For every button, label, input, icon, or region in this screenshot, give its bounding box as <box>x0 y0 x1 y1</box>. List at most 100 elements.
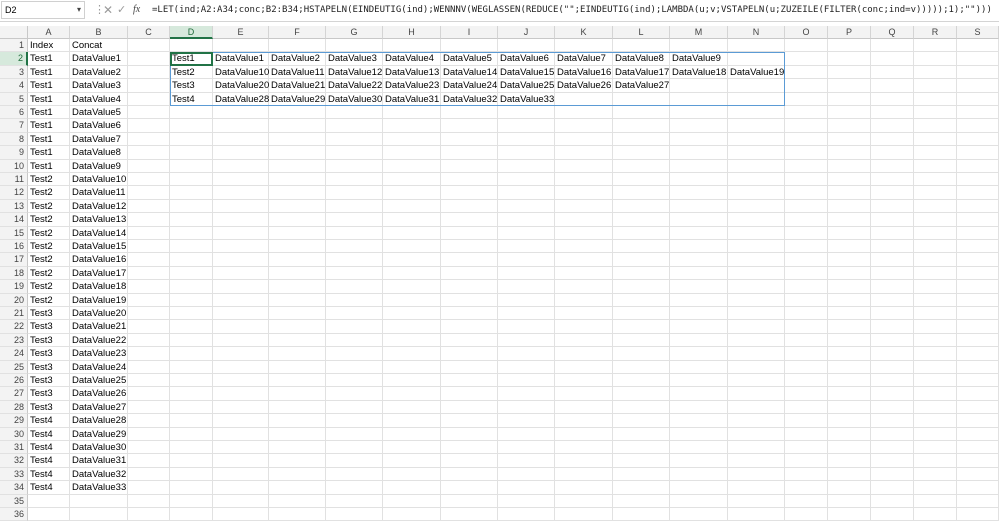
spill-cell[interactable]: DataValue9 <box>670 52 721 65</box>
cell-concat[interactable]: DataValue8 <box>70 146 121 159</box>
spill-cell[interactable]: DataValue10 <box>213 66 269 79</box>
column-header-i[interactable]: I <box>441 26 498 39</box>
spill-cell[interactable]: DataValue14 <box>441 66 497 79</box>
spill-cell[interactable]: DataValue3 <box>326 52 377 65</box>
column-header-a[interactable]: A <box>28 26 70 39</box>
cell-index[interactable]: Test2 <box>28 294 53 307</box>
spill-cell[interactable]: DataValue25 <box>498 79 554 92</box>
spill-cell[interactable]: DataValue29 <box>269 93 325 106</box>
cell-index[interactable]: Test1 <box>28 52 53 65</box>
row-header-23[interactable]: 23 <box>0 333 28 348</box>
row-header-32[interactable]: 32 <box>0 454 28 468</box>
cell-concat[interactable]: DataValue2 <box>70 66 121 79</box>
formula-input[interactable]: =LET(ind;A2:A34;conc;B2:B34;HSTAPELN(EIN… <box>152 2 992 18</box>
cell-concat[interactable]: DataValue33 <box>70 481 126 494</box>
cell-index[interactable]: Test3 <box>28 320 53 333</box>
spill-cell[interactable]: DataValue7 <box>555 52 606 65</box>
spill-cell[interactable]: DataValue31 <box>383 93 439 106</box>
column-header-d[interactable]: D <box>170 26 213 39</box>
spill-cell[interactable]: DataValue33 <box>498 93 554 106</box>
column-header-p[interactable]: P <box>828 26 871 39</box>
cell-index[interactable]: Test3 <box>28 387 53 400</box>
cell-concat[interactable]: DataValue18 <box>70 280 126 293</box>
cell-concat[interactable]: DataValue7 <box>70 133 121 146</box>
spill-cell[interactable]: DataValue2 <box>269 52 320 65</box>
spill-cell[interactable]: DataValue18 <box>670 66 726 79</box>
row-header-4[interactable]: 4 <box>0 79 28 93</box>
spill-cell[interactable]: DataValue13 <box>383 66 439 79</box>
column-header-k[interactable]: K <box>555 26 613 39</box>
cell-concat[interactable]: DataValue20 <box>70 307 126 320</box>
spill-cell[interactable]: DataValue16 <box>555 66 611 79</box>
column-header-b[interactable]: B <box>70 26 128 39</box>
cell-index[interactable]: Test1 <box>28 119 53 132</box>
column-header-o[interactable]: O <box>785 26 828 39</box>
cell-index[interactable]: Test2 <box>28 186 53 199</box>
name-box[interactable]: D2 ▾ <box>1 1 85 19</box>
spill-cell[interactable]: Test2 <box>170 66 195 79</box>
cell-index[interactable]: Test3 <box>28 307 53 320</box>
cell-index[interactable]: Test3 <box>28 347 53 360</box>
cell-concat[interactable]: DataValue14 <box>70 227 126 240</box>
cell-index[interactable]: Test2 <box>28 253 53 266</box>
column-header-c[interactable]: C <box>128 26 170 39</box>
cell-concat[interactable]: DataValue23 <box>70 347 126 360</box>
cell-concat[interactable]: DataValue12 <box>70 200 126 213</box>
cell-concat[interactable]: DataValue22 <box>70 334 126 347</box>
spill-cell[interactable]: Test3 <box>170 79 195 92</box>
column-header-l[interactable]: L <box>613 26 670 39</box>
cell-index[interactable]: Test1 <box>28 133 53 146</box>
spill-cell[interactable]: DataValue15 <box>498 66 554 79</box>
chevron-down-icon[interactable]: ▾ <box>77 2 81 18</box>
row-header-9[interactable]: 9 <box>0 146 28 160</box>
row-header-13[interactable]: 13 <box>0 199 28 214</box>
cell-concat[interactable]: DataValue15 <box>70 240 126 253</box>
row-header-3[interactable]: 3 <box>0 65 28 80</box>
cell-concat[interactable]: DataValue25 <box>70 374 126 387</box>
insert-function-icon[interactable]: fx <box>133 2 140 18</box>
column-header-s[interactable]: S <box>957 26 999 39</box>
cell-concat[interactable]: DataValue13 <box>70 213 126 226</box>
row-header-11[interactable]: 11 <box>0 173 28 187</box>
spill-cell[interactable]: DataValue5 <box>441 52 492 65</box>
spill-cell[interactable]: DataValue4 <box>383 52 434 65</box>
spill-cell[interactable]: Test1 <box>170 52 195 65</box>
row-header-22[interactable]: 22 <box>0 320 28 334</box>
cell-index[interactable]: Test4 <box>28 481 53 494</box>
row-header-6[interactable]: 6 <box>0 106 28 120</box>
cell-index[interactable]: Test4 <box>28 441 53 454</box>
row-header-16[interactable]: 16 <box>0 240 28 254</box>
spill-cell[interactable]: DataValue21 <box>269 79 325 92</box>
column-header-f[interactable]: F <box>269 26 326 39</box>
cell-concat[interactable]: DataValue27 <box>70 401 126 414</box>
cell-concat[interactable]: DataValue21 <box>70 320 126 333</box>
spill-cell[interactable]: DataValue27 <box>613 79 669 92</box>
cell-index[interactable]: Test1 <box>28 146 53 159</box>
row-header-33[interactable]: 33 <box>0 467 28 482</box>
spill-cell[interactable]: DataValue12 <box>326 66 382 79</box>
row-header-34[interactable]: 34 <box>0 481 28 495</box>
column-header-g[interactable]: G <box>326 26 383 39</box>
column-header-n[interactable]: N <box>728 26 785 39</box>
spill-cell[interactable]: Test4 <box>170 93 195 106</box>
row-header-28[interactable]: 28 <box>0 400 28 415</box>
cell-index[interactable]: Test2 <box>28 267 53 280</box>
column-header-e[interactable]: E <box>213 26 269 39</box>
cell-concat[interactable]: DataValue32 <box>70 468 126 481</box>
cell-concat[interactable]: DataValue17 <box>70 267 126 280</box>
row-header-21[interactable]: 21 <box>0 307 28 321</box>
cell-concat[interactable]: DataValue3 <box>70 79 121 92</box>
column-header-h[interactable]: H <box>383 26 441 39</box>
cell-concat[interactable]: DataValue29 <box>70 428 126 441</box>
row-header-25[interactable]: 25 <box>0 360 28 374</box>
cell-concat[interactable]: DataValue6 <box>70 119 121 132</box>
row-header-12[interactable]: 12 <box>0 186 28 200</box>
cell-concat[interactable]: DataValue26 <box>70 387 126 400</box>
spill-cell[interactable]: DataValue26 <box>555 79 611 92</box>
row-header-5[interactable]: 5 <box>0 92 28 106</box>
cell-concat[interactable]: DataValue11 <box>70 186 126 199</box>
row-header-17[interactable]: 17 <box>0 253 28 267</box>
column-header-j[interactable]: J <box>498 26 555 39</box>
cell-index[interactable]: Test3 <box>28 334 53 347</box>
cell-index[interactable]: Test1 <box>28 79 53 92</box>
